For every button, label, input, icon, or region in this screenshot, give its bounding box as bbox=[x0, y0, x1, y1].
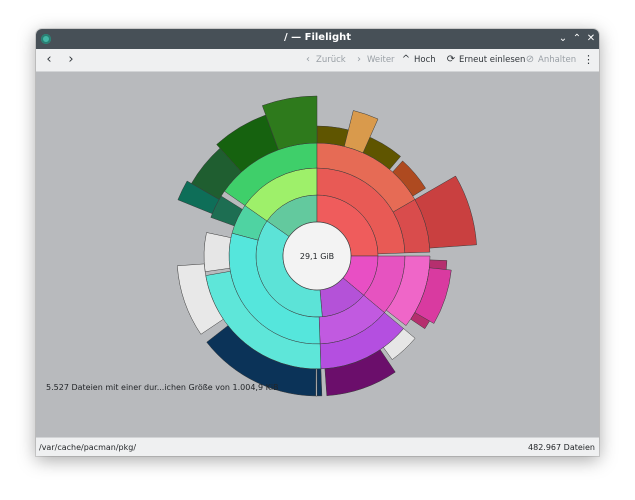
anhalten-label: Anhalten bbox=[538, 55, 577, 65]
titlebar: / — Filelight ⌄ ⌃ ✕ bbox=[36, 29, 599, 49]
hover-info-text: 5.527 Dateien mit einer dur...ichen Größ… bbox=[46, 383, 279, 392]
center-size-label: 29,1 GiB bbox=[300, 252, 334, 261]
maximize-icon[interactable]: ⌃ bbox=[571, 32, 583, 45]
anhalten-button[interactable]: ⊘ Anhalten bbox=[524, 53, 576, 67]
zurueck-label: Zurück bbox=[316, 55, 346, 65]
weiter-button[interactable]: › Weiter bbox=[353, 53, 395, 67]
refresh-icon: ⟳ bbox=[446, 54, 456, 65]
overflow-menu-icon[interactable]: ⋮ bbox=[583, 52, 594, 68]
erneut-einlesen-label: Erneut einlesen bbox=[459, 55, 526, 65]
hoch-button[interactable]: ^ Hoch bbox=[400, 53, 436, 67]
statusbar: /var/cache/pacman/pkg/ 482.967 Dateien bbox=[36, 437, 599, 456]
radial-map-area[interactable]: 29,1 GiB 5.527 Dateien mit einer dur...i… bbox=[36, 72, 599, 437]
toolbar: ‹ › ‹ Zurück › Weiter ^ Hoch ⟳ Erneut einles… bbox=[36, 49, 599, 72]
hoch-label: Hoch bbox=[414, 55, 436, 65]
status-file-count: 482.967 Dateien bbox=[528, 443, 595, 452]
erneut-einlesen-button[interactable]: ⟳ Erneut einlesen bbox=[445, 53, 526, 67]
chevron-left-icon: ‹ bbox=[306, 54, 310, 65]
forward-arrow-icon[interactable]: › bbox=[63, 51, 79, 69]
weiter-label: Weiter bbox=[367, 55, 395, 65]
back-arrow-icon[interactable]: ‹ bbox=[41, 51, 57, 69]
file-segment[interactable] bbox=[315, 368, 318, 397]
stop-icon: ⊘ bbox=[525, 54, 535, 65]
chevron-right-icon: › bbox=[357, 54, 361, 65]
close-icon[interactable]: ✕ bbox=[585, 32, 597, 45]
window-title: / — Filelight bbox=[284, 32, 351, 43]
status-path: /var/cache/pacman/pkg/ bbox=[39, 443, 137, 452]
minimize-icon[interactable]: ⌄ bbox=[557, 32, 569, 45]
zurueck-button[interactable]: ‹ Zurück bbox=[302, 53, 346, 67]
file-segment[interactable] bbox=[203, 232, 232, 272]
chevron-up-icon: ^ bbox=[401, 54, 411, 65]
filelight-window: / — Filelight ⌄ ⌃ ✕ ‹ › ‹ Zurück › Weiter … bbox=[36, 29, 599, 456]
